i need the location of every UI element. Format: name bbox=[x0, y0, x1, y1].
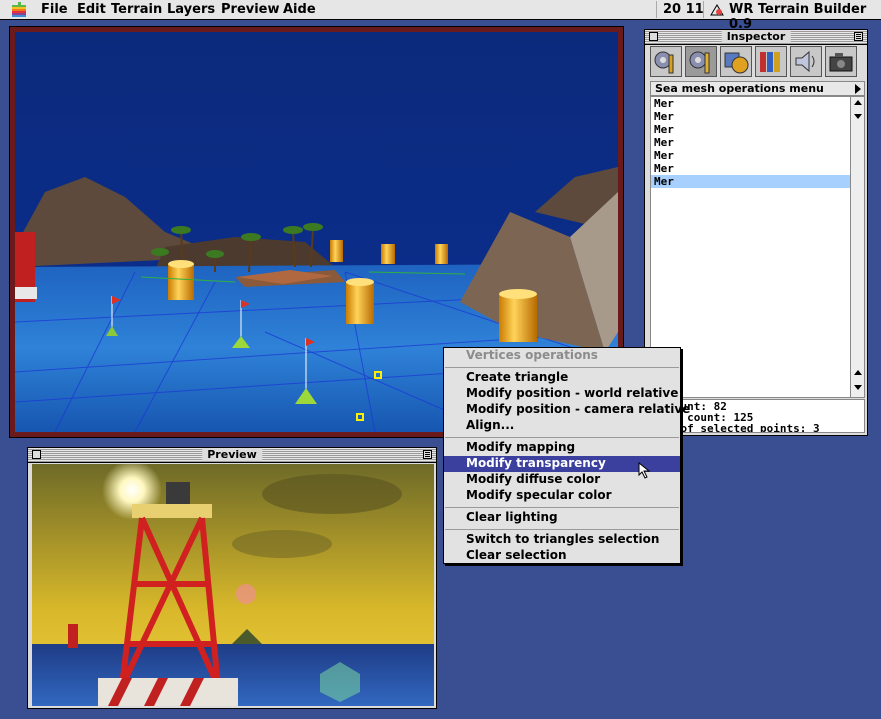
list-item[interactable]: Mer bbox=[651, 123, 850, 136]
scroll-up-icon[interactable] bbox=[854, 370, 862, 375]
sea-mesh-menu-label: Sea mesh operations menu bbox=[655, 82, 824, 95]
menu-layers[interactable]: Layers bbox=[167, 2, 215, 17]
camera-icon[interactable] bbox=[825, 46, 857, 77]
menu-item-modify-mapping[interactable]: Modify mapping bbox=[444, 440, 680, 456]
gear-pencil-icon[interactable] bbox=[685, 46, 717, 77]
menu-item-clear-lighting[interactable]: Clear lighting bbox=[444, 510, 680, 526]
zoom-box-icon[interactable] bbox=[423, 450, 432, 459]
close-box-icon[interactable] bbox=[32, 450, 41, 459]
menu-item-create-triangle[interactable]: Create triangle bbox=[444, 370, 680, 386]
menu-edit[interactable]: Edit bbox=[77, 2, 106, 17]
inspector-title-bar[interactable]: Inspector bbox=[645, 30, 867, 45]
vertices-context-menu: Vertices operations Create triangle Modi… bbox=[443, 347, 690, 564]
sea-mesh-operations-menu[interactable]: Sea mesh operations menu bbox=[650, 81, 865, 96]
list-item[interactable]: Mer bbox=[651, 149, 850, 162]
menu-clock[interactable]: 20 11 bbox=[663, 2, 704, 17]
menu-terrain[interactable]: Terrain bbox=[111, 2, 162, 17]
menu-preview[interactable]: Preview bbox=[221, 2, 280, 17]
menu-item-modify-specular-color[interactable]: Modify specular color bbox=[444, 488, 680, 504]
application-menu[interactable]: WR Terrain Builder 0.9 bbox=[729, 2, 881, 32]
preview-title: Preview bbox=[202, 448, 262, 461]
close-box-icon[interactable] bbox=[649, 32, 658, 41]
selected-points-count: ber of selected points: 3 bbox=[654, 422, 820, 433]
cube-sphere-icon[interactable] bbox=[720, 46, 752, 77]
menu-item-clear-selection[interactable]: Clear selection bbox=[444, 548, 680, 564]
scroll-down-icon[interactable] bbox=[854, 385, 862, 390]
menu-item-modify-position-camera[interactable]: Modify position - camera relative bbox=[444, 402, 690, 418]
menu-separator bbox=[445, 529, 679, 530]
menu-separator bbox=[445, 437, 679, 438]
inspector-title: Inspector bbox=[721, 30, 791, 43]
preview-window: Preview bbox=[27, 447, 437, 709]
menu-arrow-icon bbox=[855, 84, 861, 94]
scroll-down-icon[interactable] bbox=[854, 114, 862, 119]
menu-item-modify-position-world[interactable]: Modify position - world relative bbox=[444, 386, 680, 402]
scroll-up-icon[interactable] bbox=[854, 100, 862, 105]
menu-header: Vertices operations bbox=[466, 348, 598, 362]
list-scrollbar[interactable] bbox=[850, 96, 865, 398]
menu-separator bbox=[445, 367, 679, 368]
list-item[interactable]: Mer bbox=[651, 110, 850, 123]
speaker-icon[interactable] bbox=[790, 46, 822, 77]
list-item[interactable]: Mer bbox=[651, 136, 850, 149]
list-item[interactable]: Mer bbox=[651, 97, 850, 110]
menu-item-switch-to-triangles[interactable]: Switch to triangles selection bbox=[444, 532, 680, 548]
list-item-selected[interactable]: Mer bbox=[651, 175, 850, 188]
preview-title-bar[interactable]: Preview bbox=[28, 448, 436, 463]
books-icon[interactable] bbox=[755, 46, 787, 77]
menu-separator bbox=[445, 507, 679, 508]
menu-bar: File Edit Terrain Layers Preview Aide 20… bbox=[0, 0, 881, 32]
menu-item-align[interactable]: Align... bbox=[444, 418, 680, 434]
apple-menu-icon[interactable] bbox=[12, 2, 26, 17]
preview-render bbox=[32, 464, 434, 706]
hand-cursor-icon bbox=[638, 462, 651, 479]
menu-aide[interactable]: Aide bbox=[283, 2, 316, 17]
menu-file[interactable]: File bbox=[41, 2, 68, 17]
application-menu-icon bbox=[710, 4, 724, 16]
list-item[interactable]: Mer bbox=[651, 162, 850, 175]
gear-wrench-icon[interactable] bbox=[650, 46, 682, 77]
zoom-box-icon[interactable] bbox=[854, 32, 863, 41]
